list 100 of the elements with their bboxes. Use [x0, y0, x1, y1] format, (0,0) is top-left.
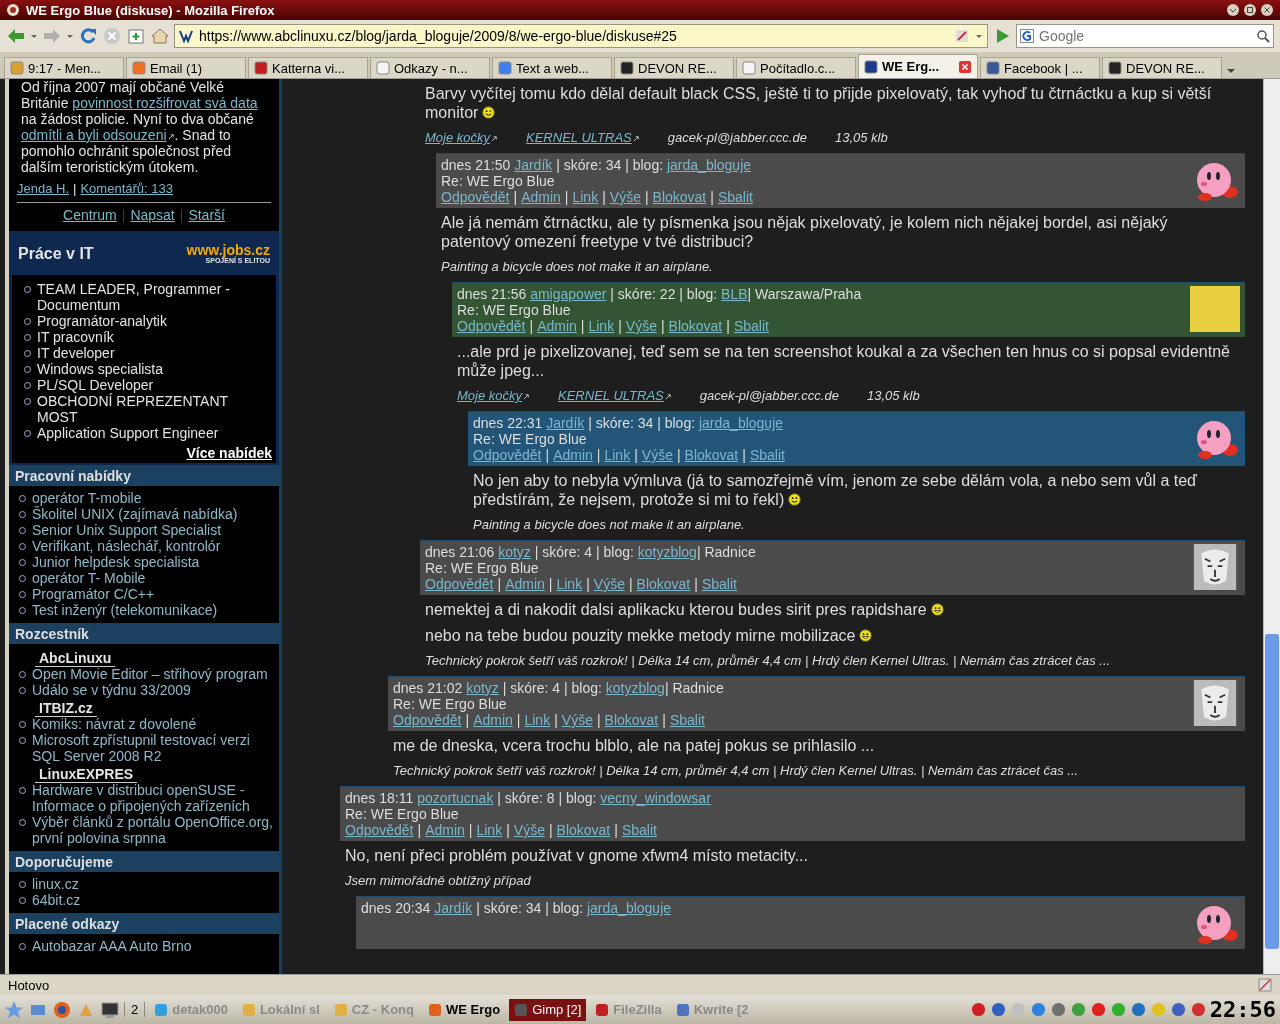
blog-link[interactable]: kotyzblog — [605, 680, 665, 696]
signature-link[interactable]: Moje kočky — [457, 388, 531, 403]
sidebar-link[interactable]: Junior helpdesk specialista — [32, 554, 200, 570]
action-link[interactable]: Blokovat — [604, 712, 659, 728]
action-link[interactable]: Výše — [625, 318, 657, 334]
action-link[interactable]: Link — [524, 712, 551, 728]
sidebar-link[interactable]: Microsoft zpřístupnil testovací verzi SQL Server 2008 R2 — [32, 732, 275, 764]
minimize-button[interactable] — [1226, 3, 1240, 17]
tray-icon[interactable] — [1130, 1002, 1146, 1017]
home-icon[interactable] — [150, 26, 170, 46]
action-link[interactable]: Link — [572, 189, 599, 205]
action-link[interactable]: Blokovat — [556, 822, 611, 838]
action-link[interactable]: Link — [604, 447, 631, 463]
reload-icon[interactable] — [78, 26, 98, 46]
close-button[interactable] — [1260, 3, 1274, 17]
action-link[interactable]: Sbalit — [749, 447, 785, 463]
tray-icon[interactable] — [1190, 1002, 1206, 1017]
job-link[interactable]: Windows specialista — [37, 361, 164, 377]
job-link[interactable]: OBCHODNÍ REPREZENTANT MOST — [37, 393, 272, 425]
sidebar-link[interactable]: Hardware v distribuci openSUSE - Informace o připojených zařízeních — [32, 782, 275, 814]
nav-link[interactable]: Napsat — [130, 207, 175, 223]
group-heading[interactable]: ITBIZ.cz — [35, 700, 97, 717]
job-link[interactable]: PL/SQL Developer — [37, 377, 154, 393]
action-link[interactable]: Výše — [513, 822, 545, 838]
nav-link[interactable]: Centrum — [63, 207, 117, 223]
author-link[interactable]: kotyz — [466, 680, 499, 696]
job-link[interactable]: TEAM LEADER, Programmer - Documentum — [37, 281, 272, 313]
author-link[interactable]: amigapower — [530, 286, 607, 302]
action-link[interactable]: Link — [556, 576, 583, 592]
action-link[interactable]: Odpovědět — [473, 447, 542, 463]
action-link[interactable]: Výše — [609, 189, 641, 205]
caret-icon[interactable] — [975, 32, 983, 40]
caret-icon[interactable] — [30, 32, 38, 40]
action-link[interactable]: Admin — [537, 318, 577, 334]
action-link[interactable]: Sbalit — [701, 576, 737, 592]
terminal-icon[interactable] — [100, 999, 120, 1020]
action-link[interactable]: Sbalit — [733, 318, 769, 334]
sidebar-link[interactable]: linux.cz — [32, 876, 79, 892]
sidebar-link[interactable]: Test inženýr (telekomunikace) — [32, 602, 218, 618]
action-link[interactable]: Blokovat — [636, 576, 691, 592]
sidebar-link[interactable]: Senior Unix Support Specialist — [32, 522, 222, 538]
sidebar-link[interactable]: Komiks: návrat z dovolené — [32, 716, 197, 732]
blog-link[interactable]: jarda_bloguje — [666, 157, 752, 173]
taskbar-button[interactable]: WE Ergo — [422, 998, 506, 1021]
action-link[interactable]: Výše — [593, 576, 625, 592]
action-link[interactable]: Odpovědět — [393, 712, 462, 728]
browser-tab[interactable]: 9:17 - Men... — [4, 57, 124, 78]
signature-link[interactable]: KERNEL ULTRAS — [526, 130, 640, 145]
action-link[interactable]: Admin — [425, 822, 465, 838]
desktop-pager[interactable]: 2 — [124, 1002, 146, 1017]
article-link[interactable]: odmítli a byli odsouzeni — [21, 127, 175, 143]
action-link[interactable]: Blokovat — [668, 318, 723, 334]
caret-icon[interactable] — [66, 32, 74, 40]
action-link[interactable]: Sbalit — [621, 822, 657, 838]
sidebar-link[interactable]: Verifikant, náslechář, kontrolór — [32, 538, 221, 554]
sidebar-link[interactable]: Autobazar AAA Auto Brno — [32, 938, 192, 954]
browser-tab[interactable]: DEVON RE... — [1102, 57, 1222, 78]
maximize-button[interactable] — [1243, 3, 1257, 17]
action-link[interactable]: Blokovat — [684, 447, 739, 463]
tray-icon[interactable] — [1070, 1002, 1086, 1017]
search-input[interactable]: Google — [1037, 27, 1253, 45]
job-link[interactable]: IT developer — [37, 345, 115, 361]
signature-link[interactable]: KERNEL ULTRAS — [558, 388, 672, 403]
group-heading[interactable]: AbcLinuxu — [35, 650, 116, 667]
start-menu-icon[interactable] — [4, 999, 24, 1020]
blog-link[interactable]: BLB — [721, 286, 748, 302]
sidebar-link[interactable]: operátor T- Mobile — [32, 570, 146, 586]
address-bar[interactable]: https://www.abclinuxu.cz/blog/jarda_bloguje/2009/8/we-ergo-blue/diskuse#25 — [174, 24, 988, 48]
action-link[interactable]: Odpovědět — [425, 576, 494, 592]
author-link[interactable]: Jardík — [546, 415, 585, 431]
browser-tab[interactable]: Počítadlo.c... — [736, 57, 856, 78]
author-link[interactable]: pozortucnak — [417, 790, 494, 806]
browser-tab[interactable]: Odkazy - n... — [370, 57, 490, 78]
sidebar-link[interactable]: Programátor C/C++ — [32, 586, 155, 602]
job-link[interactable]: Programátor-analytik — [37, 313, 167, 329]
sidebar-link[interactable]: Výběr článků z portálu OpenOffice.org, první polovina srpnna — [32, 814, 275, 846]
author-link[interactable]: kotyz — [498, 544, 531, 560]
browser-tab[interactable]: Facebook | ... — [980, 57, 1100, 78]
action-link[interactable]: Sbalit — [717, 189, 753, 205]
action-link[interactable]: Blokovat — [652, 189, 707, 205]
tray-icon[interactable] — [1090, 1002, 1106, 1017]
signature-link[interactable]: Moje kočky — [425, 130, 499, 145]
article-link[interactable]: povinnost rozšifrovat svá data — [72, 95, 258, 111]
action-link[interactable]: Odpovědět — [457, 318, 526, 334]
group-heading[interactable]: LinuxEXPRES — [35, 766, 138, 783]
sidebar-link[interactable]: Událo se v týdnu 33/2009 — [32, 682, 191, 698]
action-link[interactable]: Admin — [505, 576, 545, 592]
blog-link[interactable]: jarda_bloguje — [698, 415, 784, 431]
tray-icon[interactable] — [1050, 1002, 1066, 1017]
blog-link[interactable]: kotyzblog — [637, 544, 697, 560]
blog-link[interactable]: vecny_windowsar — [600, 790, 711, 806]
job-link[interactable]: Application Support Engineer — [37, 425, 219, 441]
sidebar-link[interactable]: operátor T-mobile — [32, 490, 142, 506]
search-bar[interactable]: Google — [1016, 24, 1274, 48]
action-link[interactable]: Odpovědět — [441, 189, 510, 205]
action-link[interactable]: Link — [588, 318, 615, 334]
scrollbar[interactable] — [1263, 79, 1280, 974]
tray-icon[interactable] — [1030, 1002, 1046, 1017]
comments-link[interactable]: Komentářů: 133 — [80, 181, 173, 197]
tray-icon[interactable] — [1170, 1002, 1186, 1017]
